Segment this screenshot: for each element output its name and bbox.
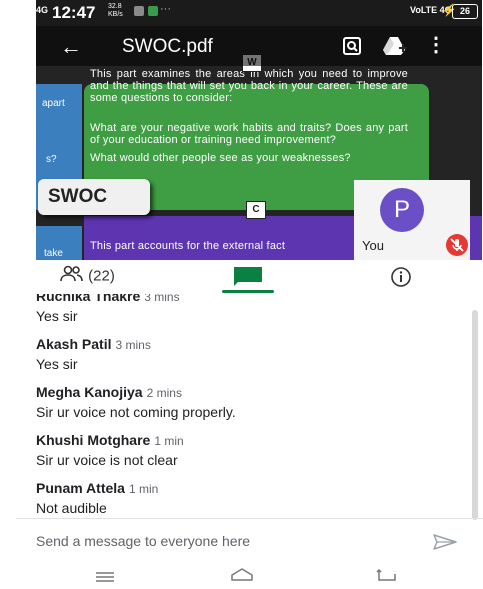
message-time: 3 mins	[115, 338, 151, 352]
panel-tabs: (22)	[0, 260, 483, 294]
status-bar: 4G 12:47 32.8 KB/s ··· VoLTE 4G ⚡ 26	[36, 0, 482, 26]
slide-side-label: s?	[46, 154, 57, 165]
pdf-toolbar: ← SWOC.pdf ⋮	[36, 26, 482, 66]
signal-indicator: 4G	[36, 5, 49, 15]
info-icon	[390, 267, 412, 292]
battery-level: 26	[452, 4, 478, 19]
document-title: SWOC.pdf	[122, 36, 213, 57]
search-document-icon[interactable]	[342, 36, 362, 61]
mic-off-icon	[446, 234, 468, 256]
add-to-drive-icon[interactable]	[382, 36, 408, 61]
tab-people[interactable]: (22)	[60, 265, 115, 289]
message-time: 2 mins	[146, 386, 182, 400]
avatar: P	[380, 188, 424, 232]
system-navigation-bar	[0, 560, 483, 589]
more-options-icon[interactable]: ⋮	[426, 32, 446, 57]
active-tab-indicator	[222, 290, 274, 293]
message-sender: Punam Attela	[36, 480, 125, 496]
self-video-tile[interactable]: P You	[354, 180, 470, 260]
slide-side-label: take	[44, 248, 63, 259]
scrollbar[interactable]	[472, 310, 478, 520]
people-count: (22)	[88, 267, 115, 285]
network-speed: 32.8 KB/s	[108, 3, 123, 18]
tab-info[interactable]	[390, 266, 412, 293]
more-notifications-icon: ···	[160, 3, 171, 15]
tab-chat[interactable]	[220, 264, 276, 292]
back-nav-icon[interactable]	[376, 568, 398, 587]
home-icon[interactable]	[230, 568, 254, 587]
self-label: You	[362, 238, 384, 253]
message-time: 3 mins	[144, 294, 180, 304]
divider	[16, 518, 483, 519]
recent-apps-icon[interactable]	[94, 570, 116, 588]
list-item: Ruchika Thakre 3 mins Yes sir	[36, 294, 180, 324]
message-sender: Megha Kanojiya	[36, 384, 143, 400]
message-text: Yes sir	[36, 308, 78, 324]
people-icon	[60, 265, 88, 287]
weaknesses-questions: What are your negative work habits and t…	[90, 122, 408, 146]
back-button[interactable]: ←	[60, 34, 82, 60]
c-badge: C	[246, 201, 266, 219]
shared-screen-area: 4G 12:47 32.8 KB/s ··· VoLTE 4G ⚡ 26 apa…	[0, 0, 483, 260]
challenges-text: This part accounts for the external fact	[90, 240, 286, 252]
pdf-viewer[interactable]: apart s? take This part examines the are…	[36, 26, 482, 260]
list-item: Khushi Motghare 1 min Sir ur voice is not…	[36, 432, 184, 468]
message-text: Sir ur voice is not clear	[36, 452, 178, 468]
slide-side-label: apart	[42, 98, 65, 109]
list-item: Megha Kanojiya 2 mins Sir ur voice not co…	[36, 384, 236, 420]
message-time: 1 min	[154, 434, 184, 448]
message-text: Not audible	[36, 500, 107, 516]
message-input[interactable]: Send a message to everyone here	[36, 533, 250, 549]
message-sender: Ruchika Thakre	[36, 294, 141, 304]
message-time: 1 min	[128, 482, 159, 496]
app-icon	[148, 6, 158, 16]
clock: 12:47	[52, 3, 96, 22]
message-text: Yes sir	[36, 356, 78, 372]
weaknesses-paragraph: This part examines the areas in which yo…	[90, 68, 408, 104]
send-icon[interactable]	[432, 533, 458, 556]
list-item: Punam Attela 1 min Not audible	[36, 480, 158, 516]
message-sender: Khushi Motghare	[36, 432, 151, 448]
message-text: Sir ur voice not coming properly.	[36, 404, 236, 420]
notification-icon	[134, 6, 144, 16]
chat-message-list[interactable]: Ruchika Thakre 3 mins Yes sir Akash Patil…	[0, 294, 472, 518]
weaknesses-question-3: What would other people see as your weak…	[90, 152, 351, 164]
message-sender: Akash Patil	[36, 336, 112, 352]
swoc-heading: SWOC	[38, 179, 150, 215]
list-item: Akash Patil 3 mins Yes sir	[36, 336, 151, 372]
